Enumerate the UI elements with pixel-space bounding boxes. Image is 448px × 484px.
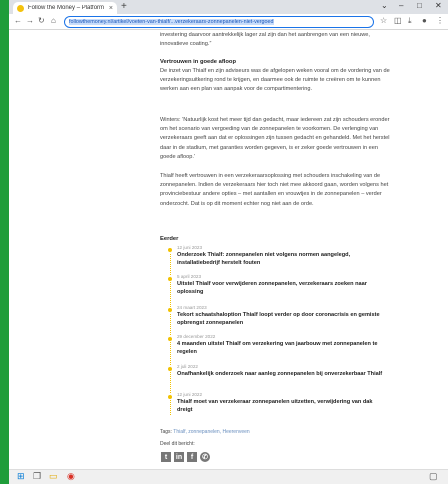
facebook-icon[interactable]: f — [187, 452, 197, 462]
item-date: 2 juli 2022 — [177, 364, 198, 369]
home-icon[interactable]: ⌂ — [51, 17, 56, 25]
minimize-icon[interactable]: – — [399, 2, 403, 10]
item-date: 24 maart 2023 — [177, 305, 207, 310]
menu-icon[interactable]: ⋮ — [436, 17, 444, 25]
timeline-dot-icon — [167, 366, 173, 372]
notification-icon[interactable]: ▢ — [429, 472, 438, 481]
paragraph-3: Thialf heeft vertrouwen in een verzekera… — [160, 173, 389, 207]
earlier-heading: Eerder — [160, 236, 179, 242]
toolbar: ← → ↻ ⌂ followthemoney.nl/artikel/voeten… — [9, 14, 448, 30]
download-icon[interactable]: ⤓ — [408, 17, 412, 25]
profile-icon[interactable]: ● — [422, 17, 427, 25]
chrome-icon[interactable]: ◉ — [67, 472, 75, 481]
item-title[interactable]: Thialf moet van verzekeraar zonnepanelen… — [177, 399, 389, 414]
bookmark-star-icon[interactable]: ☆ — [380, 17, 387, 25]
item-date: 5 april 2023 — [177, 274, 202, 279]
timeline-line — [170, 249, 171, 415]
page-content: investering daarvoor aantrekkelijk lager… — [9, 31, 448, 469]
paragraph-2: Winters: ‘Natuurlijk kost het meer tijd … — [160, 117, 390, 160]
maximize-icon[interactable]: □ — [417, 2, 422, 10]
item-title[interactable]: Tekort schaatshaloption Thialf loopt ver… — [177, 312, 389, 327]
twitter-icon[interactable]: t — [161, 452, 171, 462]
task-view-icon[interactable]: ❐ — [33, 472, 41, 481]
item-date: 12 juni 2022 — [177, 392, 203, 397]
item-date: 29 december 2022 — [177, 334, 216, 339]
start-icon[interactable]: ⊞ — [17, 472, 25, 481]
file-explorer-icon[interactable]: ▭ — [49, 472, 58, 481]
item-date: 12 juni 2023 — [177, 245, 203, 250]
item-title[interactable]: Onderzoek Thialf: zonnepanelen niet volg… — [177, 252, 389, 267]
address-bar[interactable]: followthemoney.nl/artikel/voeten-van-thi… — [64, 16, 374, 28]
intro-paragraph: investering daarvoor aantrekkelijk lager… — [160, 32, 370, 48]
timeline-dot-icon — [167, 394, 173, 400]
close-window-icon[interactable]: ✕ — [435, 2, 442, 10]
timeline-dot-icon — [167, 247, 173, 253]
browser-tab[interactable]: Follow the Money – Platform for onderz… … — [13, 2, 117, 14]
back-icon[interactable]: ← — [14, 17, 22, 25]
share-label: Deel dit bericht: — [160, 441, 195, 447]
new-tab-icon[interactable]: + — [121, 2, 127, 12]
browser-window: Follow the Money – Platform for onderz… … — [9, 0, 448, 484]
timeline-dot-icon — [167, 307, 173, 313]
tab-strip: Follow the Money – Platform for onderz… … — [9, 0, 448, 14]
whatsapp-icon[interactable]: ✆ — [200, 452, 210, 462]
taskbar: ⊞ ❐ ▭ ◉ ▢ — [9, 469, 448, 484]
reload-icon[interactable]: ↻ — [38, 17, 45, 25]
timeline-dot-icon — [167, 336, 173, 342]
url-text: followthemoney.nl/artikel/voeten-van-thi… — [69, 19, 274, 25]
item-title[interactable]: 4 maanden uitstel Thialf om verzekering … — [177, 341, 389, 356]
section-heading: Vertrouwen in goede afloop — [160, 59, 237, 65]
tags-line: Tags: Thialf, zonnepanelen, Heerenveen — [160, 429, 390, 436]
linkedin-icon[interactable]: in — [174, 452, 184, 462]
tab-search-icon[interactable]: ⌄ — [381, 2, 388, 10]
extensions-icon[interactable]: ◫ — [394, 17, 402, 25]
tags-label: Tags: — [160, 429, 172, 435]
tab-close-icon[interactable]: × — [109, 5, 113, 12]
item-title[interactable]: Onafhankelijk onderzoek naar aanleg zonn… — [177, 371, 389, 379]
item-title[interactable]: Uitstel Thialf voor verwijderen zonnepan… — [177, 281, 389, 296]
tags-links[interactable]: Thialf, zonnepanelen, Heerenveen — [173, 429, 249, 435]
forward-icon[interactable]: → — [26, 17, 34, 25]
timeline-dot-icon — [167, 276, 173, 282]
tab-title: Follow the Money – Platform for onderz… — [28, 5, 105, 11]
paragraph-1: De inzet van Thialf en zijn adviseurs wa… — [160, 68, 390, 93]
site-favicon-icon — [17, 4, 24, 12]
